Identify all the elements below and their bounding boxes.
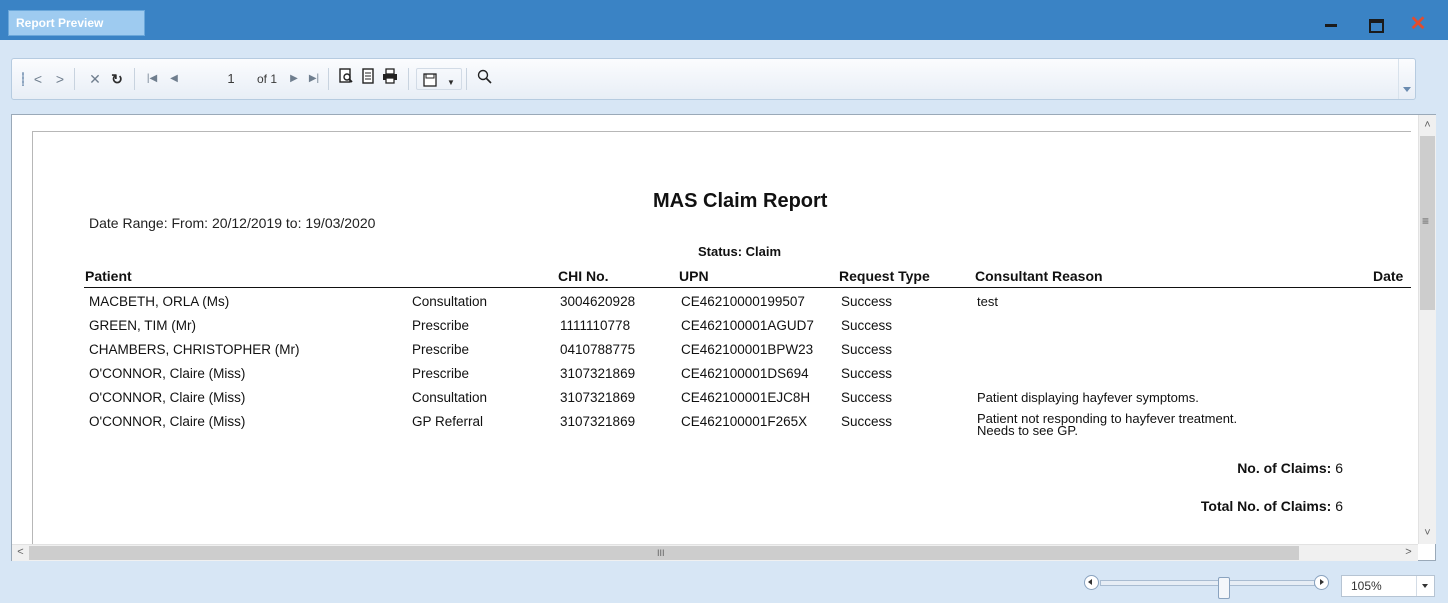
table-row: CHAMBERS, CHRISTOPHER (Mr) Prescribe 041… [33, 342, 1411, 366]
zoom-track[interactable] [1100, 577, 1315, 599]
column-header-chi: CHI No. [558, 268, 609, 284]
minimize-button[interactable] [1322, 14, 1342, 34]
vertical-scrollbar[interactable]: ˄ ˅ [1418, 115, 1436, 544]
back-icon[interactable]: < [30, 68, 46, 90]
cell-chi: 1111110778 [560, 318, 631, 333]
previous-page-icon[interactable]: ◀ [166, 68, 182, 90]
cell-upn: CE462100001AGUD7 [681, 318, 814, 333]
zoom-thumb[interactable] [1218, 577, 1230, 599]
column-header-patient: Patient [85, 268, 132, 284]
cell-service: Prescribe [412, 342, 470, 357]
report-page: MAS Claim Report Date Range: From: 20/12… [32, 131, 1411, 545]
cell-chi: 3107321869 [560, 366, 636, 381]
cell-chi: 0410788775 [560, 342, 636, 357]
cell-service: Consultation [412, 294, 488, 309]
report-title: MAS Claim Report [653, 190, 828, 212]
claims-count-label: No. of Claims: [1237, 460, 1332, 476]
search-icon[interactable] [474, 68, 494, 90]
cell-chi: 3107321869 [560, 414, 636, 429]
cell-service: Prescribe [412, 318, 470, 333]
window-title: Report Preview [8, 10, 145, 36]
cell-request-type: Success [841, 390, 893, 405]
cell-patient: GREEN, TIM (Mr) [89, 318, 196, 333]
report-toolbar: < > ✕ ↻ |◀ ◀ 1 of 1 ▶ ▶| ▼ [11, 58, 1416, 100]
maximize-button[interactable] [1366, 14, 1386, 34]
cell-upn: CE46210000199507 [681, 294, 805, 309]
table-row: O'CONNOR, Claire (Miss) GP Referral 3107… [33, 411, 1411, 448]
report-viewer: MAS Claim Report Date Range: From: 20/12… [11, 114, 1436, 561]
cell-chi: 3107321869 [560, 390, 636, 405]
toolbar-grip[interactable] [22, 72, 24, 86]
first-page-icon[interactable]: |◀ [144, 68, 160, 90]
total-claims-value: 6 [1335, 498, 1343, 514]
column-header-consultant-reason: Consultant Reason [975, 268, 1103, 284]
cell-chi: 3004620928 [560, 294, 636, 309]
cell-request-type: Success [841, 414, 893, 429]
zoom-in-icon[interactable] [1314, 575, 1329, 590]
cell-reason: Patient not responding to hayfever treat… [977, 411, 1238, 438]
forward-icon[interactable]: > [52, 68, 68, 90]
toolbar-overflow-button[interactable] [1398, 59, 1415, 99]
cell-patient: O'CONNOR, Claire (Miss) [89, 390, 246, 405]
table-row: MACBETH, ORLA (Ms) Consultation 30046209… [33, 294, 1411, 318]
next-page-icon[interactable]: ▶ [286, 68, 302, 90]
cell-request-type: Success [841, 366, 893, 381]
scroll-down-icon[interactable]: ˅ [1419, 525, 1436, 542]
export-button[interactable]: ▼ [416, 68, 462, 90]
claims-count: No. of Claims: 6 [993, 460, 1343, 476]
cell-upn: CE462100001F265X [681, 414, 808, 429]
zoom-level-value: 105% [1351, 579, 1382, 593]
zoom-level-select[interactable]: 105% [1341, 575, 1435, 597]
cell-service: GP Referral [412, 414, 484, 429]
horizontal-scrollbar[interactable]: < > [12, 544, 1418, 561]
cell-service: Prescribe [412, 366, 470, 381]
close-button[interactable]: ✕ [1408, 14, 1428, 34]
page-count-label: of 1 [257, 72, 278, 86]
refresh-icon[interactable]: ↻ [108, 68, 126, 90]
cell-patient: O'CONNOR, Claire (Miss) [89, 414, 246, 429]
report-preview-window: Report Preview ✕ < > ✕ ↻ |◀ ◀ 1 of 1 ▶ ▶… [0, 0, 1448, 603]
title-bar: Report Preview ✕ [0, 0, 1448, 40]
cell-upn: CE462100001BPW23 [681, 342, 814, 357]
cell-reason: test [977, 294, 998, 309]
column-header-upn: UPN [679, 268, 709, 284]
cell-reason: Patient displaying hayfever symptoms. [977, 390, 1199, 405]
horizontal-scroll-thumb[interactable] [29, 546, 1299, 560]
cell-request-type: Success [841, 294, 893, 309]
column-header-request-type: Request Type [839, 268, 930, 284]
claims-count-value: 6 [1335, 460, 1343, 476]
total-claims-count: Total No. of Claims: 6 [993, 498, 1343, 514]
total-claims-label: Total No. of Claims: [1200, 498, 1332, 514]
cell-request-type: Success [841, 342, 893, 357]
print-layout-icon[interactable] [336, 68, 356, 90]
date-range: Date Range: From: 20/12/2019 to: 19/03/2… [89, 215, 376, 231]
zoom-out-icon[interactable] [1084, 575, 1099, 590]
page-number-input[interactable]: 1 [216, 68, 246, 90]
last-page-icon[interactable]: ▶| [306, 68, 322, 90]
stop-icon[interactable]: ✕ [86, 68, 104, 90]
cell-patient: CHAMBERS, CHRISTOPHER (Mr) [89, 342, 300, 357]
scroll-left-icon[interactable]: < [12, 544, 29, 561]
table-row: O'CONNOR, Claire (Miss) Prescribe 310732… [33, 366, 1411, 390]
scroll-up-icon[interactable]: ˄ [1419, 117, 1436, 134]
scroll-right-icon[interactable]: > [1400, 544, 1417, 561]
column-header-date: Date [1373, 268, 1404, 284]
cell-request-type: Success [841, 318, 893, 333]
header-divider [84, 287, 1411, 288]
cell-upn: CE462100001DS694 [681, 366, 809, 381]
table-row: GREEN, TIM (Mr) Prescribe 1111110778 CE4… [33, 318, 1411, 342]
print-icon[interactable] [380, 68, 400, 90]
cell-upn: CE462100001EJC8H [681, 390, 811, 405]
chevron-down-icon[interactable] [1416, 576, 1434, 596]
cell-patient: O'CONNOR, Claire (Miss) [89, 366, 246, 381]
cell-patient: MACBETH, ORLA (Ms) [89, 294, 230, 309]
status-label: Status: Claim [698, 244, 782, 259]
cell-service: Consultation [412, 390, 488, 405]
page-setup-icon[interactable] [358, 68, 378, 90]
vertical-scroll-thumb[interactable] [1420, 136, 1435, 310]
